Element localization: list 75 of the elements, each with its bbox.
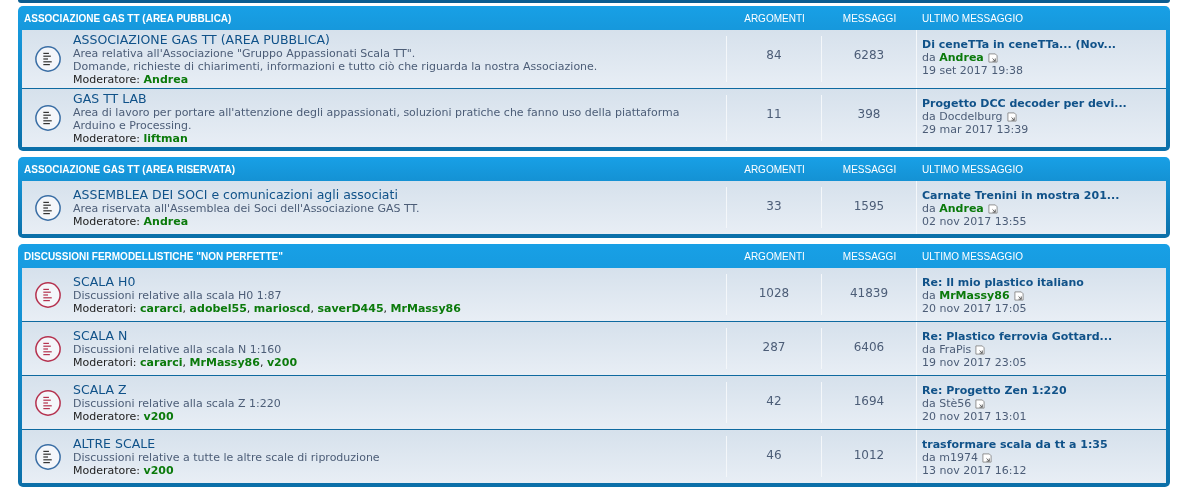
posts-count: 6406 xyxy=(821,328,916,369)
posts-count: 1595 xyxy=(821,187,916,228)
column-header: ARGOMENTI xyxy=(743,12,806,24)
forum-description: Discussioni relative alla scala H0 1:87 xyxy=(73,289,283,302)
forum-title[interactable]: SCALA H0 xyxy=(73,274,461,289)
last-post-title[interactable]: Re: Il mio plastico italiano xyxy=(922,276,1084,289)
posts-count: 1694 xyxy=(821,382,916,423)
last-post-author: da Andrea xyxy=(922,51,984,64)
last-post-title[interactable]: trasformare scala da tt a 1:35 xyxy=(922,438,1108,451)
posts-count: 41839 xyxy=(821,274,916,315)
moderators-text: Moderatore: Andrea xyxy=(73,215,190,228)
last-post-title[interactable]: Re: Plastico ferrovia Gottard... xyxy=(922,330,1113,343)
forum-description: Arduino e Processing. xyxy=(73,119,193,132)
topics-count: 84 xyxy=(726,36,821,82)
posts-count: 6283 xyxy=(821,36,916,82)
topics-count: 46 xyxy=(726,436,821,477)
view-post-icon[interactable] xyxy=(1013,290,1024,301)
view-post-icon[interactable] xyxy=(981,452,992,463)
topics-count: 11 xyxy=(726,95,821,141)
moderators-text: Moderatore: v200 xyxy=(73,410,175,423)
forum-description: Area riservata all'Assemblea dei Soci dell'Associazione GAS TT. xyxy=(73,202,420,215)
last-post-date: 29 mar 2017 13:39 xyxy=(922,123,1029,136)
view-post-icon[interactable] xyxy=(1006,111,1017,122)
forum-description: Area di lavoro per portare all'attenzione degli appassionati, soluzioni pratiche che fanno uso della piattaforma xyxy=(73,106,680,119)
forum-title[interactable]: ASSOCIAZIONE GAS TT (AREA PUBBLICA) xyxy=(73,32,598,47)
forum-title[interactable]: SCALA Z xyxy=(73,382,281,397)
column-header: ULTIMO MESSAGGIO xyxy=(921,12,1024,24)
view-post-icon[interactable] xyxy=(987,52,998,63)
column-header: ULTIMO MESSAGGIO xyxy=(921,163,1024,175)
last-post-date: 20 nov 2017 17:05 xyxy=(922,302,1027,315)
last-post-date: 13 nov 2017 16:12 xyxy=(922,464,1027,477)
view-post-icon[interactable] xyxy=(975,344,986,355)
moderators-text: Moderatori: cararci, MrMassy86, v200 xyxy=(73,356,298,369)
category-title[interactable]: ASSOCIAZIONE GAS TT (AREA RISERVATA) xyxy=(22,163,727,175)
topics-count: 287 xyxy=(726,328,821,369)
forum-title[interactable]: GAS TT LAB xyxy=(73,91,680,106)
view-post-icon[interactable] xyxy=(987,203,998,214)
moderators-text: Moderatore: liftman xyxy=(73,132,189,145)
last-post-author: da m1974 xyxy=(922,451,978,464)
column-header: MESSAGGI xyxy=(841,250,898,262)
forum-description: Discussioni relative alla scala N 1:160 xyxy=(73,343,283,356)
forum-description: Area relativa all'Associazione "Gruppo Appassionati Scala TT". xyxy=(73,47,417,60)
last-post-date: 20 nov 2017 13:01 xyxy=(922,410,1027,423)
forum-title[interactable]: SCALA N xyxy=(73,328,298,343)
last-post-author: da Andrea xyxy=(922,202,984,215)
last-post-title[interactable]: Re: Progetto Zen 1:220 xyxy=(922,384,1067,397)
forum-description: Discussioni relative a tutte le altre scale di riproduzione xyxy=(73,451,380,464)
topics-count: 42 xyxy=(726,382,821,423)
posts-count: 398 xyxy=(821,95,916,141)
moderators-text: Moderatore: v200 xyxy=(73,464,175,477)
topics-count: 33 xyxy=(726,187,821,228)
last-post-title[interactable]: Progetto DCC decoder per devi... xyxy=(922,97,1127,110)
forum-title[interactable]: ASSEMBLEA DEI SOCI e comunicazioni agli associati xyxy=(73,187,420,202)
posts-count: 1012 xyxy=(821,436,916,477)
column-header: MESSAGGI xyxy=(841,12,898,24)
forum-title[interactable]: ALTRE SCALE xyxy=(73,436,380,451)
column-header: ARGOMENTI xyxy=(743,163,806,175)
last-post-date: 19 set 2017 19:38 xyxy=(922,64,1023,77)
last-post-author: da FraPis xyxy=(922,343,972,356)
forum-description: Domande, richieste di chiarimenti, informazioni e tutto ciò che riguarda la nostra Associazione. xyxy=(73,60,598,73)
last-post-author: da Stè56 xyxy=(922,397,972,410)
forum-description: Discussioni relative alla scala Z 1:220 xyxy=(73,397,281,410)
last-post-title[interactable]: Carnate Trenini in mostra 201... xyxy=(922,189,1120,202)
last-post-title[interactable]: Di ceneTTa in ceneTTa... (Nov... xyxy=(922,38,1117,51)
last-post-author: da Docdelburg xyxy=(922,110,1003,123)
view-post-icon[interactable] xyxy=(975,398,986,409)
last-post-date: 19 nov 2017 23:05 xyxy=(922,356,1027,369)
last-post-date: 02 nov 2017 13:55 xyxy=(922,215,1027,228)
moderators-text: Moderatori: cararci, adobel55, marioscd, saverD445, MrMassy86 xyxy=(73,302,461,315)
column-header: ULTIMO MESSAGGIO xyxy=(921,250,1024,262)
moderators-text: Moderatore: Andrea xyxy=(73,73,190,86)
topics-count: 1028 xyxy=(726,274,821,315)
column-header: MESSAGGI xyxy=(841,163,898,175)
column-header: ARGOMENTI xyxy=(743,250,806,262)
last-post-author: da MrMassy86 xyxy=(922,289,1010,302)
